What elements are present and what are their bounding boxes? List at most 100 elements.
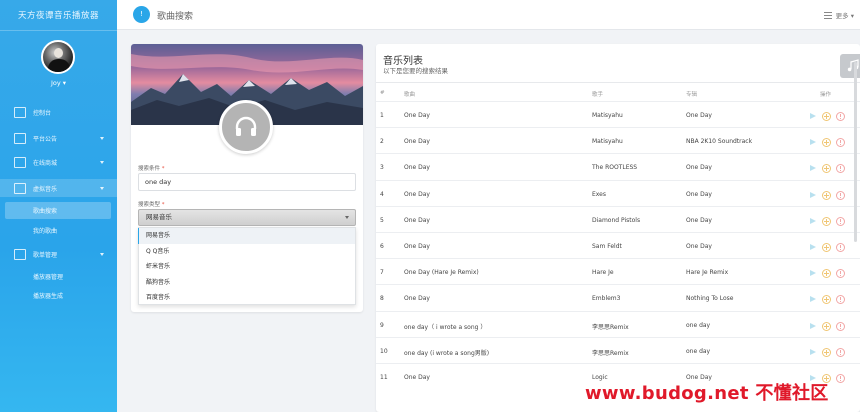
option-kugou[interactable]: 酷狗音乐 xyxy=(139,275,355,291)
play-icon[interactable] xyxy=(808,217,817,226)
add-icon[interactable] xyxy=(822,321,831,331)
column-header-name: 歌曲 xyxy=(404,92,416,98)
play-icon[interactable] xyxy=(808,243,817,252)
cell-album: One Day xyxy=(686,243,712,250)
playlist-icon xyxy=(14,248,26,260)
cell-num: 2 xyxy=(380,138,384,146)
add-icon[interactable] xyxy=(822,164,831,174)
sidebar-item-player-generate[interactable]: 播放器生成 xyxy=(5,287,111,304)
play-icon[interactable] xyxy=(808,112,817,121)
info-icon[interactable] xyxy=(836,321,845,331)
sidebar-item-playlists[interactable]: 歌单管理 xyxy=(0,245,117,263)
table-row[interactable]: 10 one day (i wrote a song男版) 李思思Remix one … xyxy=(376,336,860,363)
table-row[interactable]: 2 One Day Matisyahu NBA 2K10 Soundtrack xyxy=(376,127,860,153)
cell-song: one day (i wrote a song男版) xyxy=(404,349,490,357)
add-icon[interactable] xyxy=(822,112,831,121)
cell-artist: 李思思Remix xyxy=(592,349,629,357)
search-type-label: 搜索类型 * xyxy=(138,202,165,208)
add-icon[interactable] xyxy=(822,243,831,252)
watermark: www.budog.net 不懂社区 xyxy=(585,383,829,404)
focus-indicator xyxy=(138,228,139,244)
info-icon[interactable] xyxy=(836,190,845,200)
chevron-down-icon xyxy=(100,252,104,256)
cell-num: 11 xyxy=(380,374,388,381)
cell-artist: Exes xyxy=(592,190,606,198)
sidebar-item-announcements[interactable]: 平台公告 xyxy=(0,129,117,147)
music-note-button[interactable] xyxy=(840,54,860,78)
cell-num: 9 xyxy=(380,321,384,329)
play-icon[interactable] xyxy=(808,269,817,278)
add-icon[interactable] xyxy=(822,295,831,305)
option-xiami[interactable]: 虾米音乐 xyxy=(139,259,355,275)
cell-song: One Day xyxy=(404,164,430,172)
user-menu[interactable]: Joy ▾ xyxy=(0,79,117,87)
info-icon[interactable] xyxy=(836,138,845,148)
table-row[interactable]: 1 One Day Matisyahu One Day xyxy=(376,101,860,127)
top-bar: ! 歌曲搜索 更多 ▾ xyxy=(117,0,860,30)
info-icon[interactable] xyxy=(836,347,845,357)
cell-song: One Day xyxy=(404,374,430,381)
sidebar-item-console[interactable]: 控制台 xyxy=(0,103,117,121)
cell-artist: Sam Feldt xyxy=(592,243,622,250)
sidebar-item-my-songs[interactable]: 我的歌曲 xyxy=(5,222,111,239)
info-icon[interactable] xyxy=(836,112,845,121)
info-icon[interactable] xyxy=(836,269,845,279)
column-header-album: 专辑 xyxy=(686,92,698,98)
music-list-panel: 音乐列表 以下是您要的搜索结果 # 歌曲 歌手 专辑 操作 1 One Day Ma… xyxy=(376,44,860,412)
cell-song: One Day xyxy=(404,138,430,146)
cell-song: One Day xyxy=(404,243,430,250)
column-header-num: # xyxy=(380,90,385,96)
sidebar-item-label: 平台公告 xyxy=(33,135,58,143)
add-icon[interactable] xyxy=(822,216,831,226)
sidebar-item-song-search[interactable]: 歌曲搜索 xyxy=(5,202,111,219)
headphone-icon xyxy=(219,100,273,154)
chevron-down-icon xyxy=(100,136,104,140)
table-row[interactable]: 5 One Day Diamond Pistols One Day xyxy=(376,205,860,232)
info-icon[interactable] xyxy=(836,243,845,252)
list-subtitle: 以下是您要的搜索结果 xyxy=(383,67,448,75)
scrollbar[interactable] xyxy=(854,62,857,242)
table-row[interactable]: 3 One Day The ROOTLESS One Day xyxy=(376,153,860,179)
cell-num: 6 xyxy=(380,243,384,250)
cell-album: One Day xyxy=(686,190,712,198)
avatar[interactable] xyxy=(41,40,75,74)
play-icon[interactable] xyxy=(808,191,817,200)
table-row[interactable]: 9 one day（ i wrote a song ） 李思思Remix one da… xyxy=(376,310,860,337)
play-icon[interactable] xyxy=(808,138,817,147)
play-icon[interactable] xyxy=(808,322,817,331)
add-icon[interactable] xyxy=(822,190,831,200)
sidebar-item-label: 虚拟音乐 xyxy=(33,185,58,193)
add-icon[interactable] xyxy=(822,269,831,279)
search-type-select[interactable]: 网易音乐 xyxy=(138,209,356,226)
table-row[interactable]: 6 One Day Sam Feldt One Day xyxy=(376,232,860,258)
info-icon[interactable] xyxy=(836,374,845,383)
info-icon[interactable] xyxy=(836,216,845,226)
music-library-icon xyxy=(14,182,26,194)
table-row[interactable]: 7 One Day (Hare Je Remix) Hare Je Hare Je R… xyxy=(376,258,860,284)
info-icon[interactable] xyxy=(836,164,845,174)
add-icon[interactable] xyxy=(822,347,831,357)
info-icon[interactable] xyxy=(836,295,845,305)
play-icon[interactable] xyxy=(808,164,817,173)
sidebar-item-music[interactable]: 虚拟音乐 xyxy=(0,179,117,197)
more-menu-button[interactable]: 更多 ▾ xyxy=(823,10,854,20)
option-netease[interactable]: 网易音乐 xyxy=(139,228,355,244)
sidebar-item-player-manage[interactable]: 播放器管理 xyxy=(5,268,111,285)
cell-song: One Day xyxy=(404,216,430,224)
play-icon[interactable] xyxy=(808,295,817,304)
keyword-input[interactable]: one day xyxy=(138,173,356,191)
table-row[interactable]: 8 One Day Emblem3 Nothing To Lose xyxy=(376,284,860,310)
sidebar-item-shop[interactable]: 在线商城 xyxy=(0,153,117,171)
sidebar-item-label: 在线商城 xyxy=(33,159,58,167)
cell-song: One Day xyxy=(404,295,430,303)
table-row[interactable]: 4 One Day Exes One Day xyxy=(376,179,860,206)
cell-num: 3 xyxy=(380,164,384,172)
option-qq[interactable]: Q Q音乐 xyxy=(139,244,355,260)
breadcrumb-step-icon: ! xyxy=(133,6,150,23)
option-baidu[interactable]: 百度音乐 xyxy=(139,290,355,306)
add-icon[interactable] xyxy=(822,138,831,148)
cell-album: one day xyxy=(686,347,711,355)
play-icon[interactable] xyxy=(808,348,817,357)
app-title: 天方夜谭音乐播放器 xyxy=(17,11,99,21)
cell-album: Hare Je Remix xyxy=(686,269,729,277)
